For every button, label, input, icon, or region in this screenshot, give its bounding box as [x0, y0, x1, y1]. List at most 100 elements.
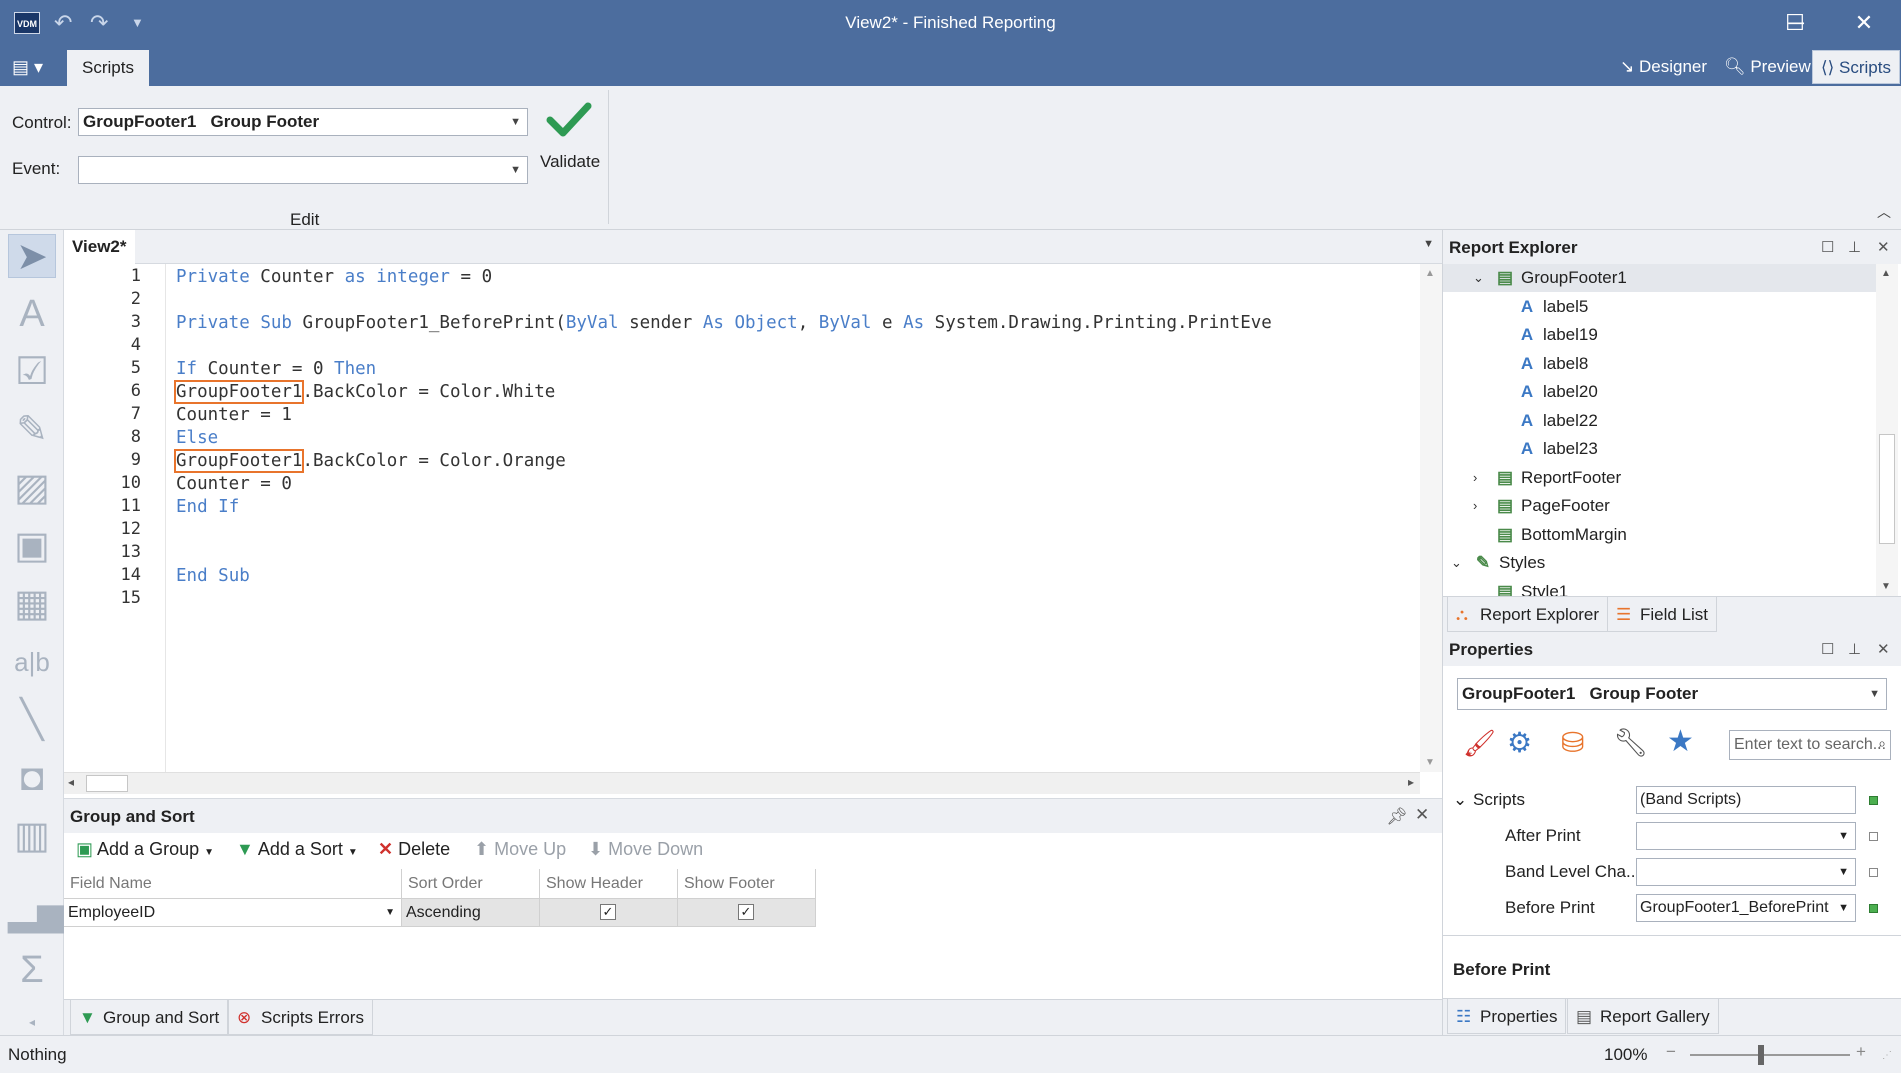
delete-button[interactable]: ✕ Delete	[378, 839, 450, 860]
code-line[interactable]: Private Counter as integer = 0	[176, 266, 492, 289]
tree-item[interactable]: ▤ BottomMargin	[1443, 521, 1876, 549]
validate-button[interactable]: Validate	[540, 96, 600, 171]
close-panel-icon[interactable]: ✕	[1877, 238, 1890, 256]
shape-tool-icon[interactable]: ◘	[8, 756, 56, 800]
vertical-scrollbar[interactable]: ▲ ▼	[1420, 264, 1442, 772]
behavior-tab-icon[interactable]: ⚙	[1507, 726, 1532, 759]
zoom-in-icon[interactable]: +	[1856, 1042, 1866, 1062]
script-editor[interactable]: 1 2 3 4 5 6 7 8 9 10 11 12 13 14 15 Private Counter as…	[64, 264, 1442, 772]
column-header[interactable]: Show Header	[540, 869, 678, 899]
chevron-down-icon[interactable]: ▼	[1838, 895, 1849, 921]
tab-report-gallery[interactable]: ▤ Report Gallery	[1567, 998, 1719, 1034]
tree-item[interactable]: Alabel20	[1443, 378, 1876, 406]
show-footer-checkbox[interactable]: ✓	[738, 904, 754, 920]
column-header[interactable]: Show Footer	[678, 869, 816, 899]
code-line[interactable]: Else	[176, 427, 218, 450]
scripts-view-button[interactable]: ⟨⟩ Scripts	[1812, 50, 1900, 84]
scroll-thumb[interactable]	[86, 775, 128, 792]
field-name-cell[interactable]: EmployeeID ▼	[64, 899, 402, 927]
tree-item[interactable]: ⌄ ✎ Styles	[1443, 549, 1876, 577]
character-comb-tool-icon[interactable]: a|b	[8, 640, 56, 684]
richtext-tool-icon[interactable]: ✎	[8, 408, 56, 452]
checkbox-tool-icon[interactable]: ☑	[8, 350, 56, 394]
control-combobox[interactable]: GroupFooter1 Group Footer ▼	[78, 108, 528, 136]
pointer-tool-icon[interactable]: ➤	[8, 234, 56, 278]
horizontal-scrollbar[interactable]: ◂ ▸	[64, 772, 1420, 794]
chevron-down-icon[interactable]: ▼	[510, 109, 521, 135]
tree-item[interactable]: Alabel8	[1443, 350, 1876, 378]
property-search-input[interactable]: Enter text to search... ⌕	[1729, 730, 1891, 760]
code-line[interactable]: Counter = 1	[176, 404, 292, 427]
event-combobox[interactable]: ▼	[78, 156, 528, 184]
chevron-down-icon[interactable]: ▼	[1869, 679, 1880, 709]
show-header-checkbox[interactable]: ✓	[600, 904, 616, 920]
layout-tab-icon[interactable]: 🔧︎	[1613, 726, 1649, 759]
chevron-down-icon[interactable]: ▼	[1838, 823, 1849, 849]
collapse-ribbon-icon[interactable]: ︿	[1877, 202, 1891, 222]
tab-view2[interactable]: View2*	[64, 230, 135, 264]
tab-report-explorer[interactable]: ⛬ Report Explorer	[1447, 596, 1609, 632]
property-row-before-print[interactable]: Before Print GroupFooter1_BeforePrint ▼	[1443, 890, 1883, 926]
chevron-down-icon[interactable]: ▼	[1838, 859, 1849, 885]
panel-tool-icon[interactable]: ▣	[8, 524, 56, 568]
resize-grip-icon[interactable]: ⋰	[1882, 1050, 1892, 1061]
scroll-down-icon[interactable]: ▼	[1425, 757, 1435, 768]
tab-list-dropdown-icon[interactable]: ▼	[1423, 238, 1434, 250]
sort-order-cell[interactable]: Ascending	[402, 899, 540, 927]
maximize-panel-icon[interactable]: ☐	[1821, 640, 1834, 658]
code-line[interactable]: End If	[176, 496, 239, 519]
tab-scripts[interactable]: Scripts	[67, 50, 149, 86]
code-line[interactable]: Private Sub GroupFooter1_BeforePrint(ByV…	[176, 312, 1272, 335]
scroll-down-icon[interactable]: ▼	[1881, 581, 1891, 592]
scroll-thumb[interactable]	[1879, 434, 1895, 544]
property-value[interactable]: ▼	[1636, 858, 1856, 886]
pin-icon[interactable]: ⊥	[1848, 640, 1861, 658]
maximize-panel-icon[interactable]: ☐	[1821, 238, 1834, 256]
tree-item[interactable]: Alabel22	[1443, 407, 1876, 435]
property-row-after-print[interactable]: After Print ▼	[1443, 818, 1883, 854]
file-menu-icon[interactable]: ▤ ▾	[12, 53, 56, 81]
close-panel-icon[interactable]: ✕	[1415, 805, 1429, 825]
properties-object-selector[interactable]: GroupFooter1 Group Footer ▼	[1457, 678, 1887, 710]
tab-scripts-errors[interactable]: ⊗ Scripts Errors	[228, 999, 373, 1035]
summary-tool-icon[interactable]: Σ	[8, 948, 56, 992]
preview-view-button[interactable]: 🔍︎ Preview	[1716, 50, 1819, 84]
category-value[interactable]: (Band Scripts)	[1636, 786, 1856, 814]
label-tool-icon[interactable]: A	[8, 292, 56, 336]
barcode-tool-icon[interactable]: ▥	[8, 814, 56, 858]
tree-item[interactable]: ▤ Style1	[1443, 578, 1876, 597]
table-tool-icon[interactable]: ▦	[8, 582, 56, 626]
designer-view-button[interactable]: ↘ Designer	[1612, 50, 1715, 84]
code-line[interactable]: End Sub	[176, 565, 250, 588]
picture-tool-icon[interactable]: ▨	[8, 466, 56, 510]
chevron-down-icon[interactable]: ⌄	[1473, 264, 1484, 292]
scroll-right-icon[interactable]: ▸	[1408, 775, 1414, 789]
appearance-tab-icon[interactable]: 🖌︎	[1463, 728, 1496, 759]
chevron-right-icon[interactable]: ›	[1473, 464, 1477, 492]
scroll-left-icon[interactable]: ◂	[68, 775, 74, 789]
zoom-slider-thumb[interactable]	[1758, 1045, 1764, 1065]
pin-icon[interactable]: ⊥	[1848, 238, 1861, 256]
tree-item[interactable]: › ▤ PageFooter	[1443, 492, 1876, 520]
show-footer-cell[interactable]: ✓	[678, 899, 816, 927]
move-down-button[interactable]: ⬇ Move Down	[588, 839, 703, 860]
move-up-button[interactable]: ⬆ Move Up	[474, 839, 566, 860]
close-panel-icon[interactable]: ✕	[1877, 640, 1890, 658]
tree-item[interactable]: › ▤ ReportFooter	[1443, 464, 1876, 492]
add-sort-button[interactable]: ▼ Add a Sort ▼	[236, 839, 358, 860]
tab-properties[interactable]: ☷ Properties	[1447, 998, 1567, 1034]
scripts-category-row[interactable]: ⌄ Scripts (Band Scripts)	[1443, 782, 1883, 818]
chevron-down-icon[interactable]: ⌄	[1451, 549, 1462, 577]
code-line[interactable]: Counter = 0	[176, 473, 292, 496]
column-header[interactable]: Field Name	[64, 869, 402, 899]
scroll-up-icon[interactable]: ▲	[1881, 268, 1891, 279]
property-row-band-level-changed[interactable]: Band Level Cha... ▼	[1443, 854, 1883, 890]
report-explorer-tree[interactable]: ⌄ ▤ GroupFooter1 Alabel5 Alabel19 Alabel8 Alab…	[1443, 264, 1876, 596]
code-line[interactable]: GroupFooter1.BackColor = Color.Orange	[173, 449, 566, 473]
tree-scrollbar[interactable]: ▲ ▼	[1876, 264, 1898, 596]
property-value[interactable]: GroupFooter1_BeforePrint ▼	[1636, 894, 1856, 922]
add-group-button[interactable]: ▣ Add a Group ▼	[76, 839, 214, 860]
chevron-down-icon[interactable]: ⌄	[1453, 790, 1467, 810]
chart-tool-icon[interactable]: ▂▅	[8, 890, 66, 934]
show-header-cell[interactable]: ✓	[540, 899, 678, 927]
